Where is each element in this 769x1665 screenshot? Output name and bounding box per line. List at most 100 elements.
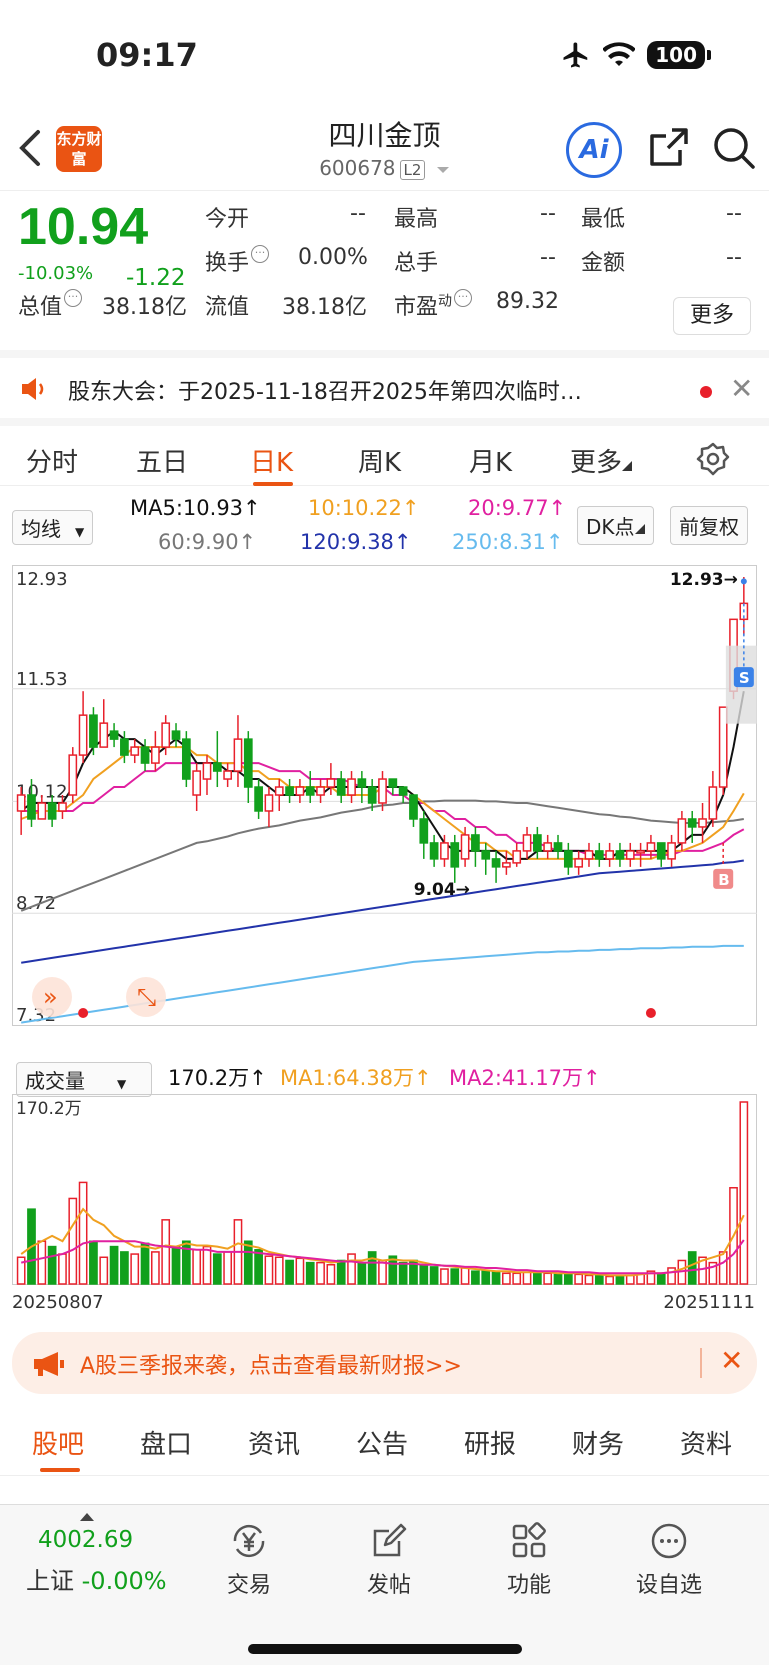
volume-bar — [419, 1264, 429, 1285]
earnings-banner[interactable]: A股三季报来袭，点击查看最新财报>> ✕ — [12, 1332, 757, 1394]
candle-body — [27, 794, 36, 820]
volume-bar — [460, 1267, 470, 1285]
candle-body — [120, 738, 129, 756]
share-icon[interactable] — [648, 126, 690, 168]
tab-weekly-k[interactable]: 周K — [358, 442, 401, 479]
volume-value: -- — [540, 245, 556, 270]
candle-body — [78, 714, 88, 756]
candle-body — [171, 730, 181, 740]
search-icon[interactable] — [712, 126, 756, 170]
tab-announcements[interactable]: 公告 — [356, 1424, 408, 1461]
volume-bar — [502, 1272, 511, 1285]
tab-more[interactable]: 更多 — [570, 442, 633, 479]
indicator-select-label: 均线 — [21, 517, 61, 541]
close-notice-button[interactable]: ✕ — [730, 372, 753, 405]
tab-research[interactable]: 研报 — [464, 1424, 516, 1461]
ma5-value: MA5:10.93↑ — [130, 496, 261, 520]
tab-more-label: 更多 — [570, 448, 623, 478]
volume-bar — [522, 1271, 532, 1285]
market-cap-value: 38.18亿 — [102, 295, 187, 320]
tab-monthly-k[interactable]: 月K — [469, 442, 512, 479]
turnover-label: 换手 — [205, 251, 250, 276]
candle-body — [553, 842, 563, 852]
status-icons: 100 — [561, 40, 711, 70]
candle-body — [594, 850, 604, 860]
tab-profile[interactable]: 资料 — [680, 1424, 732, 1461]
period-tabs: 分时 五日 日K 周K 月K 更多 — [0, 418, 769, 486]
candle-body — [718, 706, 728, 788]
post-label: 发帖 — [366, 1573, 411, 1598]
candlestick-chart[interactable]: 12.9311.5310.128.727.3212.93→9.04→SB» ⤡ — [12, 565, 757, 1055]
tab-five-day[interactable]: 五日 — [136, 442, 188, 479]
volume-bar — [543, 1272, 553, 1285]
candle-body — [295, 786, 305, 796]
ma60-value: 60:9.90↑ — [158, 530, 257, 554]
candle-body — [502, 862, 511, 868]
candle-body — [656, 842, 666, 860]
x-axis-end-date: 20251111 — [663, 1292, 755, 1313]
candle-body — [522, 834, 532, 852]
functions-button[interactable]: 功能 — [484, 1521, 574, 1599]
candle-body — [202, 762, 212, 780]
index-value[interactable]: 4002.69 — [38, 1527, 133, 1553]
vol-ma1-value: MA1:64.38万↑ — [280, 1066, 432, 1090]
add-watchlist-button[interactable]: 设自选 — [624, 1521, 714, 1599]
banner-divider — [700, 1348, 702, 1378]
dropdown-arrow-icon: ▼ — [75, 525, 85, 539]
tab-guba[interactable]: 股吧 — [32, 1424, 84, 1461]
pe-label-row[interactable]: 市盈动 ··· — [394, 289, 473, 321]
candle-body — [543, 842, 553, 852]
volume-bar — [78, 1181, 88, 1285]
candle-body — [636, 850, 645, 854]
tab-intraday[interactable]: 分时 — [26, 442, 78, 479]
volume-bar — [37, 1240, 47, 1285]
volume-bar — [68, 1197, 78, 1285]
notice-bar[interactable]: 股东大会：于2025-11-18召开2025年第四次临时… ✕ — [0, 350, 769, 418]
dk-point-button[interactable]: DK点 — [577, 506, 654, 545]
candle-body — [481, 850, 491, 860]
banner-text: A股三季报来袭，点击查看最新财报>> — [80, 1354, 462, 1379]
volume-bar — [254, 1249, 263, 1285]
tab-news[interactable]: 资讯 — [248, 1424, 300, 1461]
volume-bar — [336, 1259, 346, 1285]
yen-exchange-icon — [233, 1524, 265, 1558]
volume-bar — [378, 1259, 387, 1285]
active-tab-indicator — [253, 482, 293, 486]
vol-ma2-value: MA2:41.17万↑ — [449, 1066, 601, 1090]
market-cap-label-row[interactable]: 总值 ··· — [18, 289, 83, 321]
more-dots-icon — [651, 1523, 687, 1559]
volume-bar — [687, 1251, 697, 1285]
pe-label: 市盈 — [394, 295, 439, 320]
more-button[interactable]: 更多 — [673, 297, 751, 335]
turnover-label-row[interactable]: 换手 ··· — [205, 245, 270, 277]
candle-body — [305, 786, 315, 796]
volume-bar — [739, 1101, 749, 1285]
volume-bar — [171, 1245, 181, 1285]
low-price-label: 9.04→ — [414, 880, 470, 900]
tab-pankou[interactable]: 盘口 — [140, 1424, 192, 1461]
edit-icon — [373, 1523, 407, 1557]
candle-body — [223, 770, 233, 780]
volume-bar — [491, 1271, 501, 1285]
volume-chart[interactable]: 170.2万 — [12, 1094, 757, 1290]
candle-body — [646, 842, 656, 852]
volume-bar — [274, 1256, 284, 1285]
gear-icon[interactable] — [696, 442, 730, 476]
volume-bar — [58, 1253, 67, 1285]
post-button[interactable]: 发帖 — [344, 1521, 434, 1599]
candle-body — [285, 786, 294, 796]
candle-body — [109, 730, 119, 740]
forward-adjust-button[interactable]: 前复权 — [670, 506, 748, 545]
tab-finance[interactable]: 财务 — [572, 1424, 624, 1461]
candle-body — [140, 746, 150, 764]
index-name-row[interactable]: 上证 -0.00% — [26, 1561, 167, 1596]
candle-body — [326, 778, 336, 788]
indicator-select[interactable]: 均线 ▼ — [12, 510, 94, 545]
unread-dot — [700, 386, 712, 398]
close-banner-button[interactable]: ✕ — [720, 1344, 743, 1377]
tab-daily-k[interactable]: 日K — [250, 442, 293, 479]
volume-bar — [615, 1274, 625, 1285]
ai-button[interactable]: Ai — [566, 122, 622, 178]
volume-select[interactable]: 成交量 ▼ — [16, 1062, 152, 1097]
trade-button[interactable]: 交易 — [204, 1521, 294, 1599]
